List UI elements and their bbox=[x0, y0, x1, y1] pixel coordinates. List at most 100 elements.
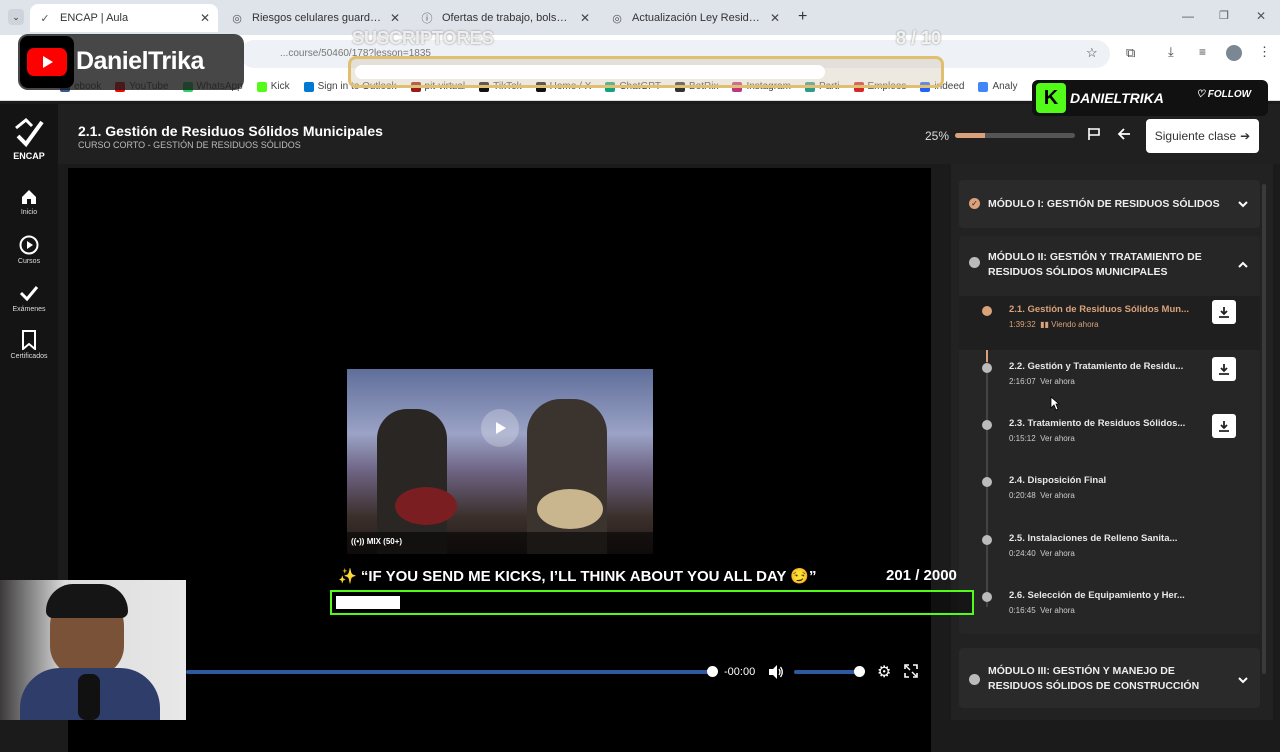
lesson-dot bbox=[982, 477, 992, 487]
profile-avatar[interactable] bbox=[1226, 45, 1242, 61]
restore-icon[interactable]: ❐ bbox=[1219, 9, 1229, 22]
subscribers-progress-fill bbox=[355, 65, 825, 79]
heart-icon: ♡ bbox=[1196, 89, 1205, 100]
follow-button[interactable]: ♡ FOLLOW bbox=[1196, 89, 1251, 100]
tab-search-icon[interactable]: ⌄ bbox=[8, 9, 24, 25]
play-button[interactable] bbox=[481, 409, 519, 447]
bookmark[interactable]: Kick bbox=[256, 81, 290, 92]
close-icon[interactable]: ✕ bbox=[770, 11, 780, 25]
info-icon: ⓘ bbox=[421, 13, 433, 25]
subscribers-label: SUSCRIPTORES bbox=[352, 28, 494, 48]
download-icon bbox=[1219, 421, 1229, 432]
kick-channel-name: DANIELTRIKA bbox=[1070, 90, 1164, 106]
tab-label: Ofertas de trabajo, bolsa de tra bbox=[442, 12, 572, 24]
lesson-title: 2.6. Selección de Equipamiento y Her... bbox=[1009, 590, 1185, 601]
download-button[interactable] bbox=[1212, 300, 1236, 324]
brand-logo[interactable]: ENCAP bbox=[0, 118, 58, 161]
media-icon[interactable]: ≡ bbox=[1199, 45, 1206, 59]
lesson-meta: 0:24:40 Ver ahora bbox=[1009, 549, 1075, 558]
lesson-item[interactable]: 2.4. Disposición Final 0:20:48 Ver ahora bbox=[959, 467, 1260, 521]
lesson-item[interactable]: 2.3. Tratamiento de Residuos Sólidos... … bbox=[959, 410, 1260, 464]
channel-name: DanielTrika bbox=[76, 47, 204, 75]
nav-label: Exámenes bbox=[12, 306, 46, 313]
chevron-down-icon[interactable] bbox=[1237, 673, 1249, 691]
scrollbar[interactable] bbox=[1262, 184, 1266, 674]
kicks-goal-bar bbox=[330, 590, 974, 615]
play-icon bbox=[496, 422, 506, 434]
lesson-dot bbox=[982, 363, 992, 373]
tab-label: Riesgos celulares guardados bbox=[252, 12, 382, 24]
tab-label: Actualización Ley Residuos bbox=[632, 12, 762, 24]
download-button[interactable] bbox=[1212, 357, 1236, 381]
nav-item-examenes[interactable]: Exámenes bbox=[0, 283, 58, 313]
download-icon bbox=[1219, 307, 1229, 318]
close-icon[interactable]: ✕ bbox=[580, 11, 590, 25]
volume-icon[interactable] bbox=[768, 665, 784, 684]
nav-item-certificados[interactable]: Certificados bbox=[0, 330, 58, 360]
brand-name: ENCAP bbox=[13, 151, 45, 161]
app-root: ENCAP Inicio Cursos Exámenes Certificado… bbox=[0, 104, 1280, 752]
status-dot bbox=[969, 257, 980, 268]
flag-button[interactable] bbox=[1082, 122, 1106, 146]
webcam-microphone bbox=[78, 674, 100, 720]
extensions-icon[interactable]: ⧉ bbox=[1126, 45, 1135, 61]
nav-item-cursos[interactable]: Cursos bbox=[0, 235, 58, 265]
star-icon[interactable]: ☆ bbox=[1086, 45, 1098, 61]
module-accordion[interactable]: MÓDULO II: GESTIÓN Y TRATAMIENTO DE RESI… bbox=[959, 236, 1260, 634]
download-icon[interactable]: ⤓ bbox=[1168, 44, 1174, 60]
subscribers-progress-bar bbox=[348, 56, 944, 88]
window-close-icon[interactable]: ✕ bbox=[1256, 9, 1266, 23]
lesson-item[interactable]: 2.5. Instalaciones de Relleno Sanita... … bbox=[959, 525, 1260, 579]
lesson-item[interactable]: 2.6. Selección de Equipamiento y Her... … bbox=[959, 582, 1260, 636]
next-lesson-button[interactable]: Siguiente clase ➔ bbox=[1146, 119, 1259, 153]
lesson-meta: 1:39:32 ▮▮ Viendo ahora bbox=[1009, 320, 1099, 329]
close-icon[interactable]: ✕ bbox=[390, 11, 400, 25]
volume-thumb[interactable] bbox=[854, 666, 865, 677]
fullscreen-icon[interactable] bbox=[904, 664, 918, 683]
bookmark[interactable]: Analy bbox=[978, 81, 1017, 92]
seek-bar[interactable] bbox=[186, 666, 718, 677]
close-icon[interactable]: ✕ bbox=[200, 11, 210, 25]
module-accordion[interactable]: MÓDULO III: GESTIÓN Y MANEJO DE RESIDUOS… bbox=[959, 648, 1260, 708]
course-sidebar: ✓ MÓDULO I: GESTIÓN DE RESIDUOS SÓLIDOS … bbox=[951, 164, 1273, 720]
video-player[interactable]: ((•)) MIX (50+) -00:00 ⚙ bbox=[68, 168, 931, 752]
lesson-title: 2.5. Instalaciones de Relleno Sanita... bbox=[1009, 533, 1178, 544]
nav-label: Cursos bbox=[17, 258, 41, 265]
browser-tab[interactable]: ✓ ENCAP | Aula ✕ bbox=[30, 4, 218, 32]
volume-slider[interactable] bbox=[794, 666, 865, 677]
bookmark-icon bbox=[22, 330, 36, 350]
webcam-hair bbox=[46, 584, 128, 618]
chevron-up-icon[interactable] bbox=[1237, 258, 1249, 276]
globe-icon: ◎ bbox=[612, 12, 622, 25]
module-accordion[interactable]: ✓ MÓDULO I: GESTIÓN DE RESIDUOS SÓLIDOS bbox=[959, 180, 1260, 228]
arrow-left-icon bbox=[1117, 128, 1130, 140]
lesson-meta: 0:16:45 Ver ahora bbox=[1009, 606, 1075, 615]
video-thumbnail[interactable]: ((•)) MIX (50+) bbox=[347, 369, 653, 554]
lesson-item-current[interactable]: 2.1. Gestión de Residuos Sólidos Mun... … bbox=[959, 296, 1260, 350]
module-title: MÓDULO I: GESTIÓN DE RESIDUOS SÓLIDOS bbox=[988, 198, 1220, 210]
menu-icon[interactable]: ⋮ bbox=[1258, 44, 1271, 60]
settings-icon[interactable]: ⚙ bbox=[877, 662, 891, 682]
tab-label: ENCAP | Aula bbox=[60, 12, 129, 24]
seek-thumb[interactable] bbox=[707, 666, 718, 677]
page-title: 2.1. Gestión de Residuos Sólidos Municip… bbox=[78, 123, 383, 139]
kicks-goal-count: 201 / 2000 bbox=[886, 567, 957, 584]
youtube-channel-badge: DanielTrika bbox=[18, 34, 244, 90]
minimize-icon[interactable]: — bbox=[1182, 9, 1194, 23]
kicks-goal-message: ✨ “IF YOU SEND ME KICKS, I’LL THINK ABOU… bbox=[338, 568, 817, 585]
encap-logo-icon bbox=[15, 118, 44, 148]
download-button[interactable] bbox=[1212, 414, 1236, 438]
lesson-title: 2.4. Disposición Final bbox=[1009, 475, 1107, 486]
lesson-item[interactable]: 2.2. Gestión y Tratamiento de Residu... … bbox=[959, 353, 1260, 407]
new-tab-button[interactable]: + bbox=[798, 8, 807, 26]
figure-right bbox=[527, 399, 607, 554]
mouse-cursor-icon bbox=[1050, 396, 1061, 416]
chevron-down-icon[interactable] bbox=[1237, 197, 1249, 215]
youtube-icon bbox=[27, 48, 67, 76]
lesson-dot bbox=[982, 306, 992, 316]
previous-button[interactable] bbox=[1112, 122, 1136, 146]
kick-logo-icon: K bbox=[1036, 83, 1066, 113]
nav-label: Inicio bbox=[20, 209, 38, 216]
course-subtitle: CURSO CORTO - GESTIÓN DE RESIDUOS SÓLIDO… bbox=[78, 140, 301, 150]
nav-item-inicio[interactable]: Inicio bbox=[0, 188, 58, 216]
